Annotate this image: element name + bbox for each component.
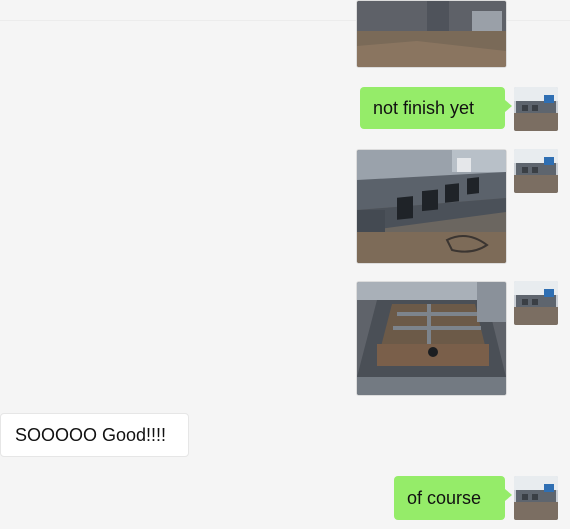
message-bubble-outgoing[interactable]: not finish yet xyxy=(360,87,512,129)
self-avatar[interactable] xyxy=(514,281,558,325)
message-image-3[interactable] xyxy=(356,281,507,396)
message-image-1[interactable] xyxy=(356,0,507,68)
factory-avatar-icon xyxy=(514,87,558,131)
message-text: not finish yet xyxy=(373,97,475,118)
bubble-tail xyxy=(505,100,512,112)
self-avatar[interactable] xyxy=(514,87,558,131)
message-text: SOOOOO Good!!!! xyxy=(15,424,167,445)
self-avatar[interactable] xyxy=(514,149,558,193)
message-bubble-outgoing[interactable]: of course xyxy=(394,476,512,520)
factory-avatar-icon xyxy=(514,281,558,325)
message-bubble-incoming[interactable]: SOOOOO Good!!!! xyxy=(0,413,189,457)
message-image-2[interactable] xyxy=(356,149,507,264)
self-avatar[interactable] xyxy=(514,476,558,520)
factory-avatar-icon xyxy=(514,476,558,520)
bubble-tail xyxy=(505,489,512,501)
factory-avatar-icon xyxy=(514,149,558,193)
message-text: of course xyxy=(407,487,482,508)
